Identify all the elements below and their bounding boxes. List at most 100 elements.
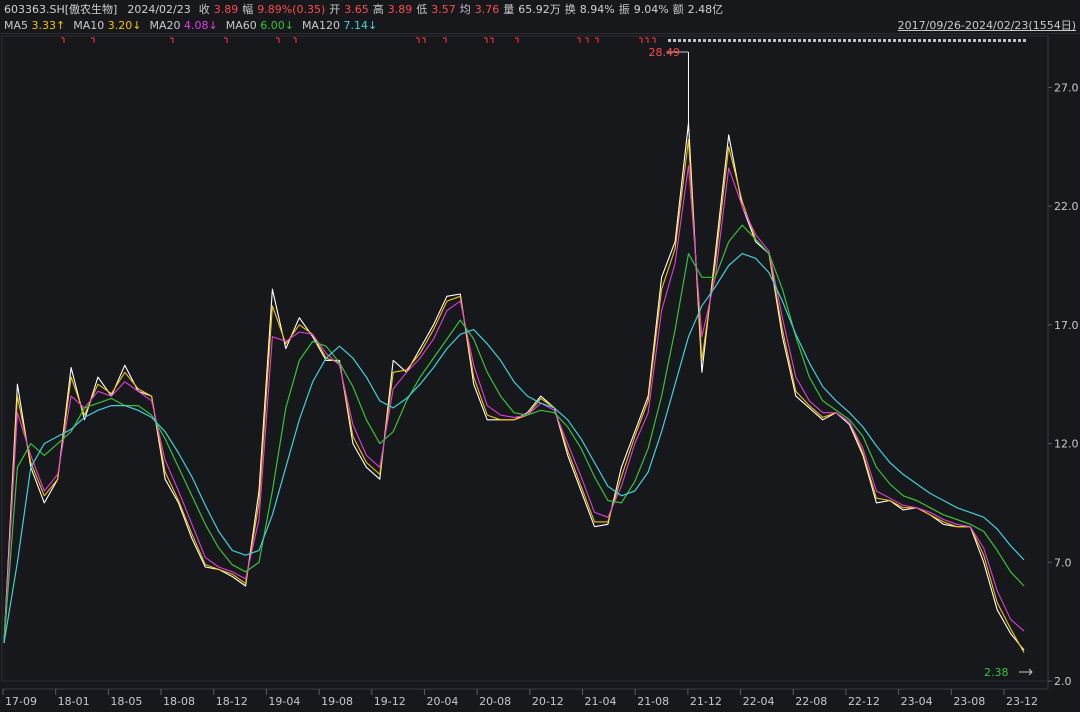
event-dot-icon xyxy=(673,39,676,42)
max-price-label: 28.49 xyxy=(648,46,680,59)
date-tick-label: 23-08 xyxy=(953,695,985,708)
event-dot-icon xyxy=(793,39,796,42)
date-tick-label: 23-04 xyxy=(901,695,933,708)
event-dot-icon xyxy=(938,39,941,42)
event-dot-icon xyxy=(1008,39,1011,42)
extreme-markers: 28.49 2.38 xyxy=(648,46,1033,679)
event-dot-icon xyxy=(833,39,836,42)
date-tick-label: 22-04 xyxy=(743,695,775,708)
event-dot-icon xyxy=(883,39,886,42)
event-dot-icon xyxy=(1023,39,1026,42)
date-tick-label: 21-04 xyxy=(585,695,617,708)
price-tick-label: 7.0 xyxy=(1054,556,1072,569)
date-tick-label: 18-01 xyxy=(58,695,90,708)
event-flag-icon xyxy=(224,37,228,43)
event-flag-icon xyxy=(577,37,581,43)
event-dot-icon xyxy=(778,39,781,42)
date-tick-label: 17-09 xyxy=(5,695,37,708)
ma-series xyxy=(3,122,1025,653)
event-dot-icon xyxy=(923,39,926,42)
event-dot-icon xyxy=(963,39,966,42)
series-line-ma20 xyxy=(3,165,1025,644)
event-dot-icon xyxy=(803,39,806,42)
event-dot-icon xyxy=(1018,39,1021,42)
event-flag-icon xyxy=(595,37,599,43)
event-dot-icon xyxy=(678,39,681,42)
date-tick-label: 21-12 xyxy=(690,695,722,708)
plot-frame xyxy=(1,35,1049,682)
event-dot-icon xyxy=(828,39,831,42)
event-dot-icon xyxy=(988,39,991,42)
event-dot-icon xyxy=(888,39,891,42)
event-dot-icon xyxy=(968,39,971,42)
event-dot-icon xyxy=(978,39,981,42)
min-arrow-icon xyxy=(1019,668,1033,676)
price-axis: 27.0 22.0 17.0 12.0 7.0 2.0 xyxy=(1047,36,1079,689)
event-dot-icon xyxy=(958,39,961,42)
event-dot-icon xyxy=(703,39,706,42)
kline-chart[interactable]: 27.0 22.0 17.0 12.0 7.0 2.0 17-09 18-01 18-05 18… xyxy=(0,0,1080,712)
event-dot-icon xyxy=(693,39,696,42)
event-dot-icon xyxy=(933,39,936,42)
event-dot-icon xyxy=(858,39,861,42)
event-dot-icon xyxy=(818,39,821,42)
event-flag-icon xyxy=(61,37,65,43)
event-flag-icon xyxy=(443,37,447,43)
event-dot-icon xyxy=(893,39,896,42)
event-dot-icon xyxy=(798,39,801,42)
event-flag-icon xyxy=(490,37,494,43)
event-dot-icon xyxy=(948,39,951,42)
price-tick-label: 27.0 xyxy=(1054,81,1079,94)
event-dot-icon xyxy=(753,39,756,42)
series-line-ma10 xyxy=(3,139,1025,653)
event-flag-icon xyxy=(585,37,589,43)
date-tick-label: 21-08 xyxy=(637,695,669,708)
event-dot-icon xyxy=(718,39,721,42)
event-flag-icon xyxy=(170,37,174,43)
date-tick-label: 22-12 xyxy=(848,695,880,708)
event-dot-icon xyxy=(723,39,726,42)
event-dot-icon xyxy=(953,39,956,42)
event-dot-icon xyxy=(738,39,741,42)
event-dot-icon xyxy=(713,39,716,42)
price-tick-label: 22.0 xyxy=(1054,200,1079,213)
date-tick-label: 20-12 xyxy=(532,695,564,708)
price-tick-label: 17.0 xyxy=(1054,319,1079,332)
event-dot-icon xyxy=(838,39,841,42)
date-tick-label: 20-08 xyxy=(479,695,511,708)
event-flag-icon xyxy=(422,37,426,43)
event-dot-icon xyxy=(918,39,921,42)
chart-grid xyxy=(1,35,1049,682)
event-dot-icon xyxy=(908,39,911,42)
event-flag-icon xyxy=(416,37,420,43)
event-dot-icon xyxy=(668,39,671,42)
event-dot-icon xyxy=(683,39,686,42)
date-axis: 17-09 18-01 18-05 18-08 18-12 19-04 19-08 19-12… xyxy=(2,688,1048,708)
event-dot-icon xyxy=(993,39,996,42)
event-dot-icon xyxy=(843,39,846,42)
event-dot-icon xyxy=(688,39,691,42)
event-dot-icon xyxy=(848,39,851,42)
event-dot-icon xyxy=(913,39,916,42)
event-dot-icon xyxy=(873,39,876,42)
event-dot-icon xyxy=(733,39,736,42)
event-dot-icon xyxy=(878,39,881,42)
event-dot-icon xyxy=(928,39,931,42)
date-tick-label: 19-08 xyxy=(321,695,353,708)
event-dot-icon xyxy=(748,39,751,42)
series-line-ma60 xyxy=(3,224,1025,644)
event-flag-icon xyxy=(515,37,519,43)
event-dot-icon xyxy=(808,39,811,42)
date-tick-label: 22-08 xyxy=(795,695,827,708)
price-tick-label: 2.0 xyxy=(1054,675,1072,688)
min-price-label: 2.38 xyxy=(984,666,1009,679)
date-tick-label: 19-04 xyxy=(268,695,300,708)
event-dot-icon xyxy=(973,39,976,42)
event-dot-icon xyxy=(943,39,946,42)
event-flag-icon xyxy=(276,37,280,43)
event-flag-icon xyxy=(645,37,649,43)
event-flags xyxy=(61,37,1026,43)
event-dot-icon xyxy=(998,39,1001,42)
event-dot-icon xyxy=(788,39,791,42)
event-dot-icon xyxy=(853,39,856,42)
